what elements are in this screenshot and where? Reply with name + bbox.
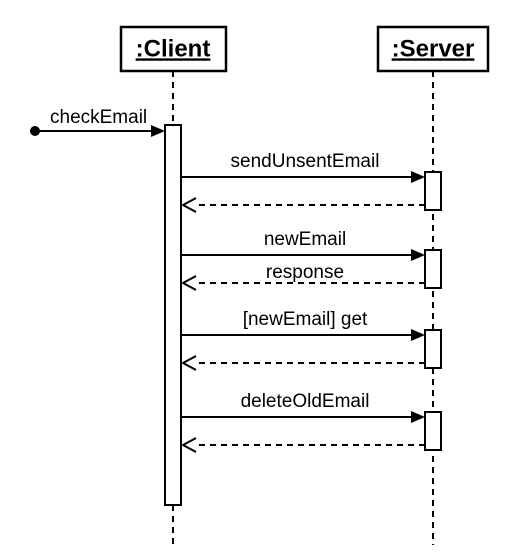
sequence-diagram: :Client :Server checkEmail sendUnsentEma… (0, 0, 530, 560)
newemailget-label: [newEmail] get (243, 309, 368, 330)
response-arrowhead (183, 276, 196, 290)
server-lifeline-label: :Server (392, 35, 475, 62)
return-4-arrowhead (183, 438, 196, 452)
sendunsentemail-arrowhead (411, 171, 425, 183)
server-activation-2 (425, 250, 441, 288)
newemail-arrowhead (411, 249, 425, 261)
newemailget-arrowhead (411, 329, 425, 341)
deleteoldemail-arrowhead (411, 411, 425, 423)
client-activation (165, 125, 181, 505)
return-3-arrowhead (183, 356, 196, 370)
server-activation-4 (425, 412, 441, 450)
return-1-arrowhead (183, 198, 196, 212)
checkemail-arrowhead (151, 125, 165, 137)
newemail-label: newEmail (264, 229, 346, 250)
response-label: response (266, 262, 344, 283)
deleteoldemail-label: deleteOldEmail (241, 391, 370, 412)
server-activation-3 (425, 330, 441, 368)
sendunsentemail-label: sendUnsentEmail (231, 151, 380, 172)
server-activation-1 (425, 172, 441, 210)
client-lifeline-label: :Client (136, 35, 211, 62)
checkemail-label: checkEmail (50, 107, 147, 128)
